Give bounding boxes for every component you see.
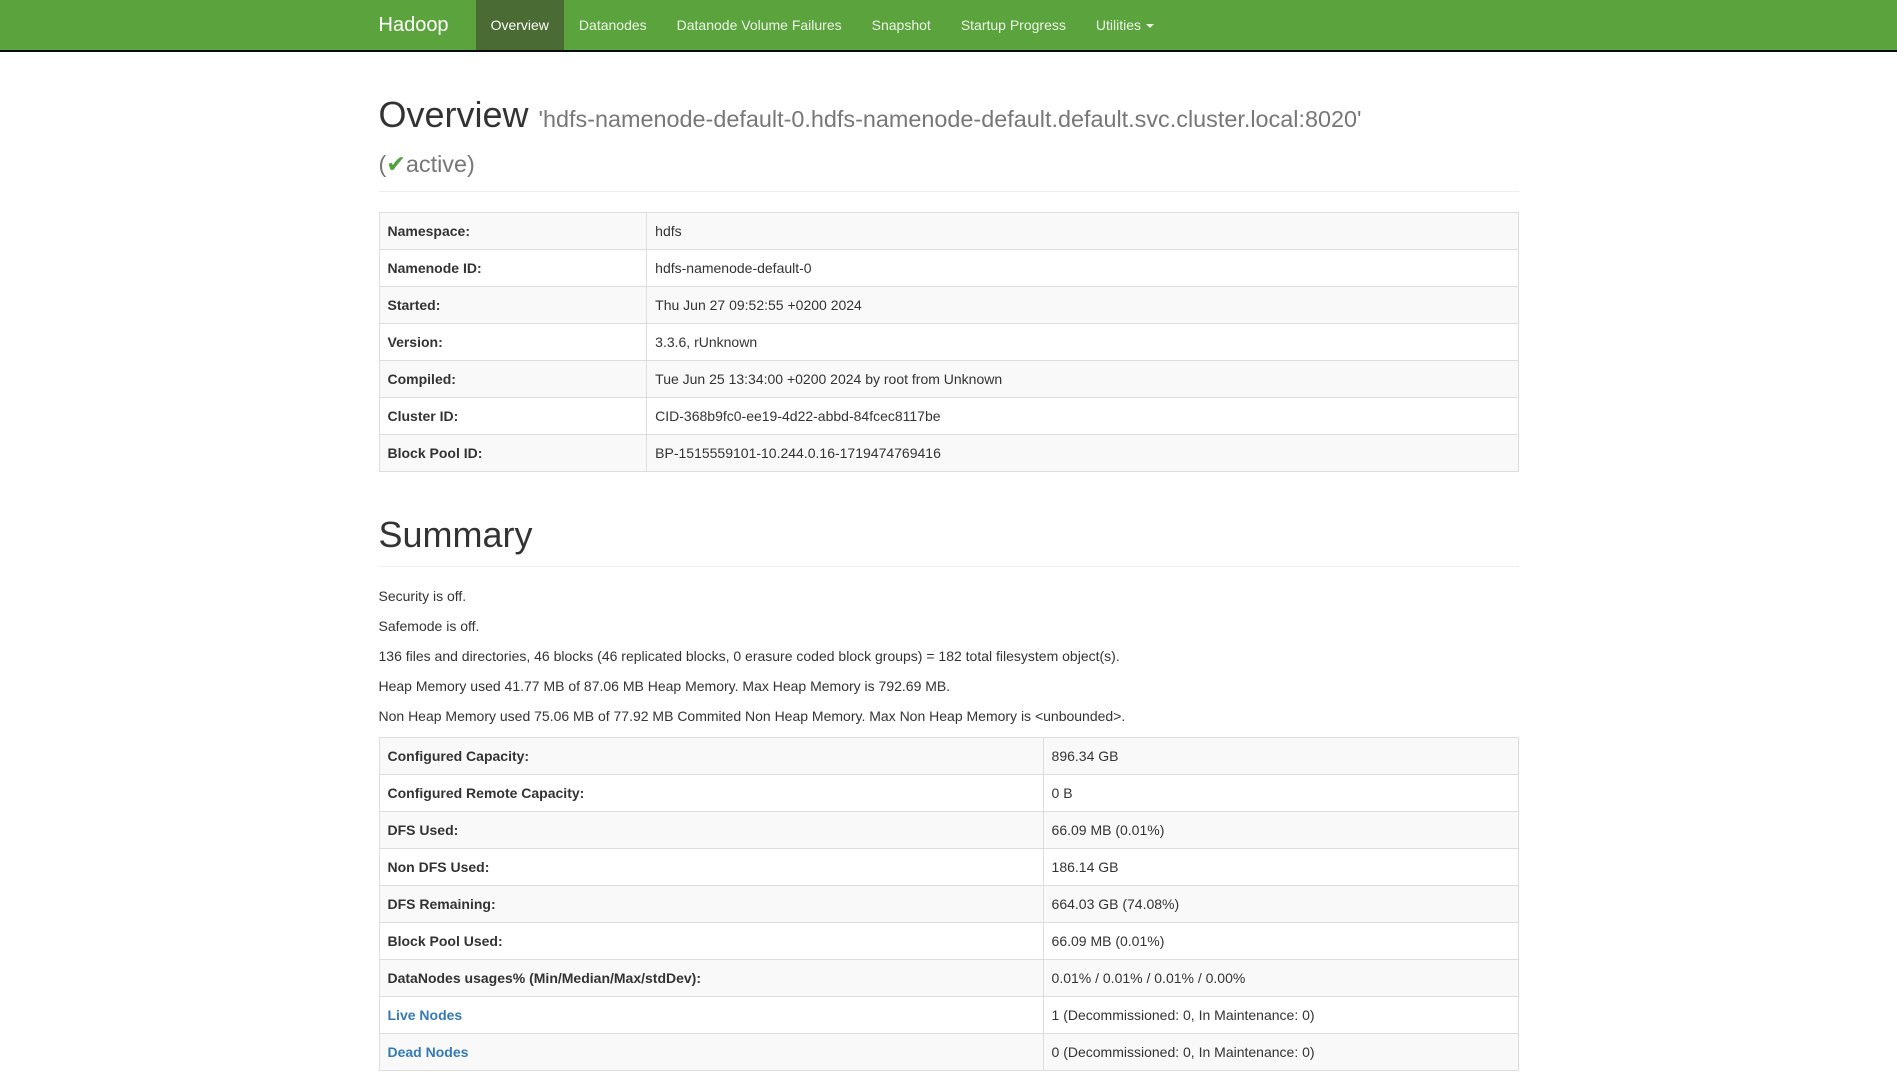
table-row: Namespace: hdfs [379, 213, 1518, 250]
row-value: 664.03 GB (74.08%) [1043, 885, 1518, 922]
row-value: 66.09 MB (0.01%) [1043, 922, 1518, 959]
row-value: Thu Jun 27 09:52:55 +0200 2024 [647, 287, 1518, 324]
row-label: Block Pool ID: [379, 435, 647, 472]
page-title: Overview 'hdfs-namenode-default-0.hdfs-n… [379, 92, 1519, 182]
table-row: DFS Remaining: 664.03 GB (74.08%) [379, 885, 1518, 922]
nav-tab-startup-progress[interactable]: Startup Progress [946, 0, 1081, 50]
table-row: DFS Used: 66.09 MB (0.01%) [379, 811, 1518, 848]
nav-dropdown-utilities[interactable]: Utilities [1081, 0, 1169, 50]
row-value: BP-1515559101-10.244.0.16-1719474769416 [647, 435, 1518, 472]
row-label: Cluster ID: [379, 398, 647, 435]
table-row: Configured Capacity: 896.34 GB [379, 737, 1518, 774]
row-label: Dead Nodes [379, 1033, 1043, 1070]
row-label: Block Pool Used: [379, 922, 1043, 959]
row-value: 0 B [1043, 774, 1518, 811]
namenode-state: active) [406, 151, 475, 177]
row-value: 0 (Decommissioned: 0, In Maintenance: 0) [1043, 1033, 1518, 1070]
row-value: hdfs [647, 213, 1518, 250]
table-row: Compiled: Tue Jun 25 13:34:00 +0200 2024… [379, 361, 1518, 398]
brand-hadoop[interactable]: Hadoop [364, 0, 464, 50]
nav-tab-snapshot[interactable]: Snapshot [857, 0, 946, 50]
table-row: Non DFS Used: 186.14 GB [379, 848, 1518, 885]
row-value: CID-368b9fc0-ee19-4d22-abbd-84fcec8117be [647, 398, 1518, 435]
row-value: 3.3.6, rUnknown [647, 324, 1518, 361]
live-nodes-link[interactable]: Live Nodes [388, 1007, 463, 1023]
safemode-status-text: Safemode is off. [379, 617, 1519, 637]
caret-down-icon [1146, 24, 1154, 28]
page-title-text: Overview [379, 94, 529, 135]
non-heap-memory-text: Non Heap Memory used 75.06 MB of 77.92 M… [379, 707, 1519, 727]
overview-page-header: Overview 'hdfs-namenode-default-0.hdfs-n… [379, 92, 1519, 192]
nav-tab-datanodes[interactable]: Datanodes [564, 0, 662, 50]
table-row: DataNodes usages% (Min/Median/Max/stdDev… [379, 959, 1518, 996]
table-row: Started: Thu Jun 27 09:52:55 +0200 2024 [379, 287, 1518, 324]
filesystem-objects-text: 136 files and directories, 46 blocks (46… [379, 647, 1519, 667]
row-value: hdfs-namenode-default-0 [647, 250, 1518, 287]
namenode-info-table: Namespace: hdfs Namenode ID: hdfs-nameno… [379, 212, 1519, 472]
row-label: Namespace: [379, 213, 647, 250]
nav-tab-overview[interactable]: Overview [476, 0, 564, 50]
row-label: Namenode ID: [379, 250, 647, 287]
security-status-text: Security is off. [379, 587, 1519, 607]
main-nav: Overview Datanodes Datanode Volume Failu… [476, 0, 1169, 50]
heap-memory-text: Heap Memory used 41.77 MB of 87.06 MB He… [379, 677, 1519, 697]
row-label: Compiled: [379, 361, 647, 398]
table-row: Block Pool ID: BP-1515559101-10.244.0.16… [379, 435, 1518, 472]
table-row: Version: 3.3.6, rUnknown [379, 324, 1518, 361]
check-icon: ✔ [386, 151, 406, 177]
summary-section-header: Summary [379, 512, 1519, 567]
row-label: Configured Remote Capacity: [379, 774, 1043, 811]
row-value: 896.34 GB [1043, 737, 1518, 774]
summary-title: Summary [379, 512, 1519, 557]
row-label: Configured Capacity: [379, 737, 1043, 774]
row-value: 1 (Decommissioned: 0, In Maintenance: 0) [1043, 996, 1518, 1033]
row-value: 66.09 MB (0.01%) [1043, 811, 1518, 848]
row-label: DFS Used: [379, 811, 1043, 848]
row-value: Tue Jun 25 13:34:00 +0200 2024 by root f… [647, 361, 1518, 398]
top-navbar: Hadoop Overview Datanodes Datanode Volum… [0, 0, 1897, 52]
dead-nodes-link[interactable]: Dead Nodes [388, 1044, 469, 1060]
row-label: Non DFS Used: [379, 848, 1043, 885]
table-row: Block Pool Used: 66.09 MB (0.01%) [379, 922, 1518, 959]
table-row: Namenode ID: hdfs-namenode-default-0 [379, 250, 1518, 287]
row-label: Version: [379, 324, 647, 361]
row-value: 0.01% / 0.01% / 0.01% / 0.00% [1043, 959, 1518, 996]
table-row: Dead Nodes 0 (Decommissioned: 0, In Main… [379, 1033, 1518, 1070]
nav-tab-datanode-volume-failures[interactable]: Datanode Volume Failures [662, 0, 857, 50]
row-label: Live Nodes [379, 996, 1043, 1033]
row-label: DFS Remaining: [379, 885, 1043, 922]
summary-table: Configured Capacity: 896.34 GB Configure… [379, 737, 1519, 1071]
row-value: 186.14 GB [1043, 848, 1518, 885]
row-label: Started: [379, 287, 647, 324]
table-row: Cluster ID: CID-368b9fc0-ee19-4d22-abbd-… [379, 398, 1518, 435]
row-label: DataNodes usages% (Min/Median/Max/stdDev… [379, 959, 1043, 996]
table-row: Configured Remote Capacity: 0 B [379, 774, 1518, 811]
table-row: Live Nodes 1 (Decommissioned: 0, In Main… [379, 996, 1518, 1033]
